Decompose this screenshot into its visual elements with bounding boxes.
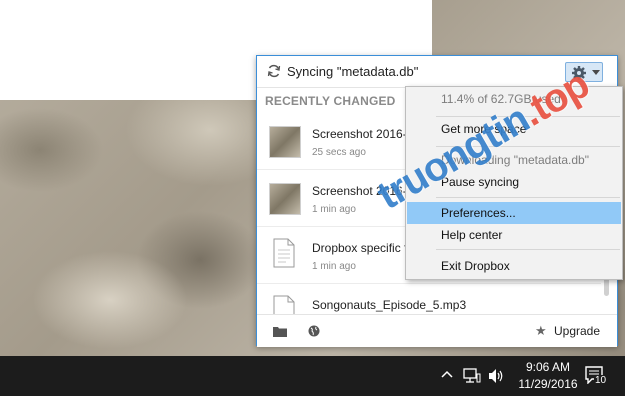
menu-separator xyxy=(436,197,620,198)
chevron-up-icon[interactable] xyxy=(441,370,453,378)
network-icon[interactable] xyxy=(463,368,481,384)
menu-item-exit-dropbox[interactable]: Exit Dropbox xyxy=(407,255,621,277)
taskbar: 9:06 AM 11/29/2016 10 xyxy=(0,356,625,396)
image-thumbnail xyxy=(269,183,301,215)
file-name: Songonauts_Episode_5.mp3 xyxy=(312,298,467,312)
file-time: 25 secs ago xyxy=(312,147,366,158)
notification-count-badge: 10 xyxy=(594,375,608,386)
chevron-down-icon xyxy=(592,70,600,75)
clock-time[interactable]: 9:06 AM xyxy=(518,360,578,374)
file-time: 1 min ago xyxy=(312,204,356,215)
globe-icon[interactable] xyxy=(308,325,320,337)
upgrade-button[interactable]: Upgrade xyxy=(554,324,600,338)
clock-date[interactable]: 11/29/2016 xyxy=(508,377,588,391)
folder-icon[interactable] xyxy=(273,326,287,337)
sync-icon xyxy=(267,64,281,78)
star-icon: ★ xyxy=(535,323,547,338)
sync-status-text: Syncing "metadata.db" xyxy=(287,64,419,79)
menu-item-help-center[interactable]: Help center xyxy=(407,224,621,246)
audio-file-icon xyxy=(273,295,295,315)
document-icon xyxy=(273,238,295,268)
volume-icon[interactable] xyxy=(488,368,506,384)
recently-changed-label: RECENTLY CHANGED xyxy=(265,94,396,108)
panel-footer: ★ Upgrade xyxy=(257,314,617,347)
file-time: 1 min ago xyxy=(312,261,356,272)
menu-separator xyxy=(436,249,620,250)
image-thumbnail xyxy=(269,126,301,158)
menu-item-preferences[interactable]: Preferences... xyxy=(407,202,621,224)
file-row[interactable]: Songonauts_Episode_5.mp3 xyxy=(257,285,601,315)
